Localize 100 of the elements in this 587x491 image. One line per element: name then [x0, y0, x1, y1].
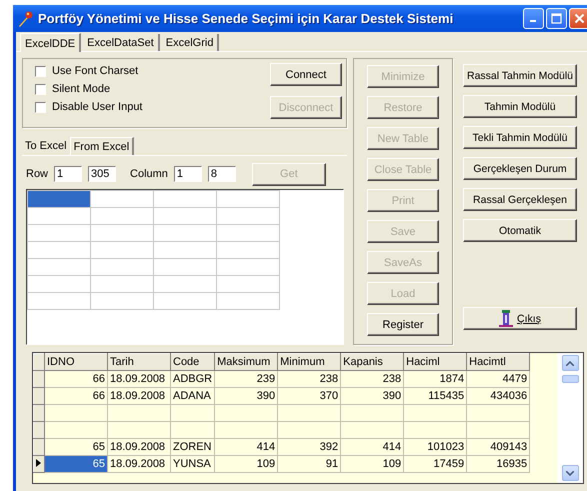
sheet-cell[interactable] — [154, 208, 216, 224]
sheet-cell[interactable] — [28, 276, 90, 292]
sheet-cell[interactable] — [90, 258, 154, 276]
column-header[interactable]: IDNO — [44, 354, 108, 370]
row-from-field[interactable]: 1 — [54, 166, 82, 182]
module-button[interactable]: Tekli Tahmin Modülü — [463, 126, 577, 149]
table-cell: 4479 — [466, 370, 530, 388]
table-cell: 65 — [44, 456, 108, 472]
table-cell — [170, 404, 215, 422]
table-cell — [404, 404, 467, 422]
module-button[interactable]: Rassal Tahmin Modülü — [463, 64, 577, 87]
table-cell: 18.09.2008 — [108, 370, 170, 388]
column-header[interactable]: Haciml — [404, 354, 467, 370]
door-icon — [499, 310, 514, 327]
table-cell: 392 — [278, 438, 341, 456]
sheet-cell[interactable] — [216, 190, 280, 208]
table-cell — [44, 404, 108, 422]
module-button[interactable]: Otomatik — [463, 219, 577, 242]
table-cell: 66 — [44, 388, 108, 404]
table-button[interactable]: Register — [367, 313, 439, 336]
table-cell: 1874 — [404, 370, 467, 388]
sheet-cell[interactable] — [28, 190, 90, 208]
sheet-cell[interactable] — [154, 276, 216, 292]
table-cell: 16935 — [466, 456, 530, 472]
checkbox[interactable] — [35, 102, 46, 112]
scroll-down-button[interactable] — [562, 465, 578, 481]
module-button[interactable]: Tahmin Modülü — [463, 95, 577, 118]
sheet-cell[interactable] — [90, 276, 154, 292]
table-cell: 239 — [214, 370, 278, 388]
table-cell: ADBGR — [170, 370, 215, 388]
table-cell: ADANA — [170, 388, 215, 404]
table-cell: 66 — [44, 370, 108, 388]
scrollbar-thumb[interactable] — [562, 375, 578, 383]
sheet-cell[interactable] — [90, 190, 154, 208]
column-header[interactable]: Maksimum — [214, 354, 278, 370]
sheet-cell[interactable] — [154, 258, 216, 276]
tab[interactable]: ExcelDDE — [20, 33, 82, 52]
module-button[interactable]: Gerçekleşen Durum — [463, 157, 577, 180]
minimize-button[interactable] — [523, 8, 544, 29]
checkbox[interactable] — [35, 66, 46, 76]
checkbox[interactable] — [35, 84, 46, 94]
table-cell — [44, 422, 108, 438]
row-label: Row — [26, 168, 48, 180]
table-cell — [466, 404, 530, 422]
sheet-cell[interactable] — [90, 242, 154, 258]
table-cell: 101023 — [404, 438, 467, 456]
table-cell: 18.09.2008 — [108, 388, 170, 404]
scroll-up-button[interactable] — [562, 355, 578, 371]
column-header[interactable]: Kapanis — [340, 354, 404, 370]
table-cell: 238 — [278, 370, 341, 388]
sheet-cell[interactable] — [216, 224, 280, 242]
table-cell: 109 — [214, 456, 278, 472]
table-cell — [278, 404, 341, 422]
column-to-field[interactable]: 8 — [208, 166, 236, 182]
sheet-cell[interactable] — [216, 292, 280, 310]
row-indicator[interactable] — [34, 456, 44, 472]
sheet-cell[interactable] — [154, 224, 216, 242]
sheet-cell[interactable] — [28, 292, 90, 310]
close-icon — [574, 13, 585, 24]
sheet-cell[interactable] — [216, 208, 280, 224]
sheet-cell[interactable] — [90, 292, 154, 310]
table-cell: 238 — [340, 370, 404, 388]
column-header[interactable]: Minimum — [278, 354, 341, 370]
close-button[interactable] — [569, 8, 587, 29]
table-cell: 390 — [214, 388, 278, 404]
table-cell — [214, 422, 278, 438]
caret-up-icon — [566, 360, 574, 366]
module-button[interactable]: Rassal Gerçekleşen — [463, 188, 577, 211]
maximize-button[interactable] — [546, 8, 567, 29]
sheet-cell[interactable] — [90, 224, 154, 242]
table-cell — [340, 422, 404, 438]
sheet-cell[interactable] — [154, 190, 216, 208]
sheet-cell[interactable] — [154, 292, 216, 310]
caret-down-icon — [566, 470, 574, 476]
window-title: Portföy Yönetimi ve Hisse Senede Seçimi için Karar Destek Sistemi — [38, 11, 454, 26]
maximize-icon — [551, 13, 562, 24]
column-header[interactable]: Code — [170, 354, 215, 370]
table-cell: 370 — [278, 388, 341, 404]
table-cell: 91 — [278, 456, 341, 472]
tab[interactable]: From Excel — [70, 137, 134, 155]
row-to-field[interactable]: 305 — [88, 166, 116, 182]
column-from-field[interactable]: 1 — [174, 166, 202, 182]
column-label: Column — [130, 168, 168, 180]
column-header[interactable]: Tarih — [108, 354, 170, 370]
sheet-cell[interactable] — [216, 242, 280, 258]
checkbox-label: Silent Mode — [52, 83, 110, 95]
sheet-cell[interactable] — [28, 258, 90, 276]
sheet-cell[interactable] — [28, 208, 90, 224]
sheet-cell[interactable] — [216, 258, 280, 276]
sheet-cell[interactable] — [216, 276, 280, 292]
sheet-cell[interactable] — [28, 224, 90, 242]
table-cell: 434036 — [466, 388, 530, 404]
table-cell — [466, 422, 530, 438]
sheet-cell[interactable] — [28, 242, 90, 258]
sheet-cell[interactable] — [90, 208, 154, 224]
exit-button[interactable]: Çıkış — [463, 307, 577, 330]
column-header[interactable]: Hacimtl — [466, 354, 530, 370]
sheet-cell[interactable] — [154, 242, 216, 258]
app-icon — [17, 10, 33, 26]
connect-button[interactable]: Connect — [270, 63, 342, 86]
